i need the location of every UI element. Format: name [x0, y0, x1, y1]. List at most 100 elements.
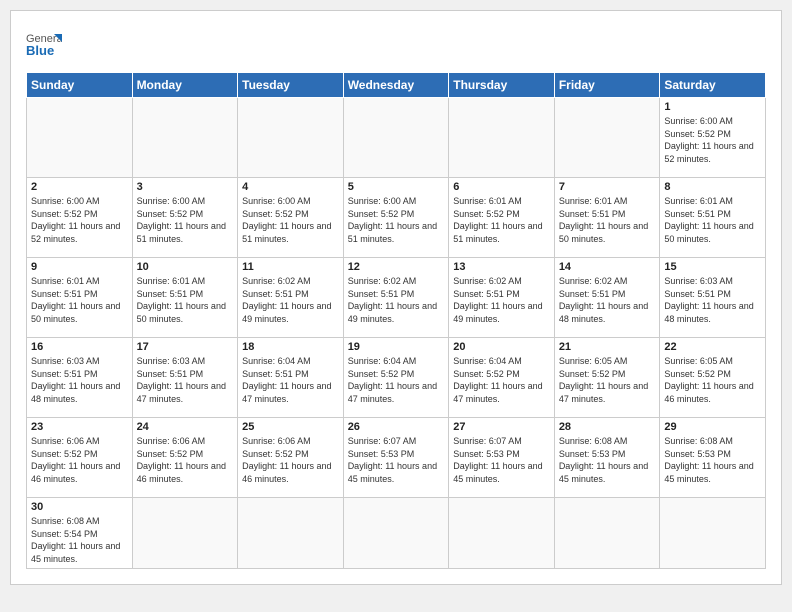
week-row-5: 23 Sunrise: 6:06 AMSunset: 5:52 PMDayligh…: [27, 418, 766, 498]
day-info: Sunrise: 6:05 AMSunset: 5:52 PMDaylight:…: [664, 355, 761, 405]
day-header-row: SundayMondayTuesdayWednesdayThursdayFrid…: [27, 73, 766, 98]
day-info: Sunrise: 6:00 AMSunset: 5:52 PMDaylight:…: [242, 195, 339, 245]
day-header-friday: Friday: [554, 73, 660, 98]
day-info: Sunrise: 6:03 AMSunset: 5:51 PMDaylight:…: [31, 355, 128, 405]
calendar-cell: 8Sunrise: 6:01 AMSunset: 5:51 PMDaylight…: [660, 178, 766, 258]
day-info: Sunrise: 6:04 AMSunset: 5:51 PMDaylight:…: [242, 355, 339, 405]
calendar-cell: [238, 98, 344, 178]
svg-text:Blue: Blue: [26, 43, 54, 58]
day-number: 9: [31, 261, 128, 273]
calendar-cell: [660, 498, 766, 569]
day-info: Sunrise: 6:08 AMSunset: 5:54 PMDaylight:…: [31, 515, 128, 565]
day-number: 30: [31, 501, 128, 513]
day-info: Sunrise: 6:00 AMSunset: 5:52 PMDaylight:…: [348, 195, 445, 245]
day-number: 27: [453, 421, 550, 433]
calendar-cell: 21 Sunrise: 6:05 AMSunset: 5:52 PMDayligh…: [554, 338, 660, 418]
day-info: Sunrise: 6:07 AMSunset: 5:53 PMDaylight:…: [348, 435, 445, 485]
week-row-2: 2 Sunrise: 6:00 AMSunset: 5:52 PMDaylight…: [27, 178, 766, 258]
calendar-cell: 7Sunrise: 6:01 AMSunset: 5:51 PMDaylight…: [554, 178, 660, 258]
day-header-thursday: Thursday: [449, 73, 555, 98]
day-number: 2: [31, 181, 128, 193]
day-info: Sunrise: 6:08 AMSunset: 5:53 PMDaylight:…: [664, 435, 761, 485]
day-number: 5: [348, 181, 445, 193]
day-info: Sunrise: 6:08 AMSunset: 5:53 PMDaylight:…: [559, 435, 656, 485]
calendar-cell: 4Sunrise: 6:00 AMSunset: 5:52 PMDaylight…: [238, 178, 344, 258]
day-number: 17: [137, 341, 234, 353]
day-info: Sunrise: 6:03 AMSunset: 5:51 PMDaylight:…: [137, 355, 234, 405]
day-number: 16: [31, 341, 128, 353]
day-number: 11: [242, 261, 339, 273]
calendar-cell: 1Sunrise: 6:00 AMSunset: 5:52 PMDaylight…: [660, 98, 766, 178]
calendar-cell: [132, 98, 238, 178]
day-info: Sunrise: 6:06 AMSunset: 5:52 PMDaylight:…: [242, 435, 339, 485]
calendar-cell: [132, 498, 238, 569]
calendar-page: General Blue SundayMondayTuesdayWednesda…: [10, 10, 782, 585]
calendar-cell: 11 Sunrise: 6:02 AMSunset: 5:51 PMDayligh…: [238, 258, 344, 338]
day-info: Sunrise: 6:00 AMSunset: 5:52 PMDaylight:…: [31, 195, 128, 245]
calendar-cell: 22Sunrise: 6:05 AMSunset: 5:52 PMDayligh…: [660, 338, 766, 418]
logo: General Blue: [26, 26, 62, 62]
day-number: 29: [664, 421, 761, 433]
calendar-cell: 20 Sunrise: 6:04 AMSunset: 5:52 PMDayligh…: [449, 338, 555, 418]
calendar-table: SundayMondayTuesdayWednesdayThursdayFrid…: [26, 72, 766, 569]
day-number: 28: [559, 421, 656, 433]
week-row-3: 9 Sunrise: 6:01 AMSunset: 5:51 PMDaylight…: [27, 258, 766, 338]
calendar-cell: 30 Sunrise: 6:08 AMSunset: 5:54 PMDayligh…: [27, 498, 133, 569]
calendar-cell: 23 Sunrise: 6:06 AMSunset: 5:52 PMDayligh…: [27, 418, 133, 498]
day-info: Sunrise: 6:02 AMSunset: 5:51 PMDaylight:…: [559, 275, 656, 325]
calendar-cell: 26 Sunrise: 6:07 AMSunset: 5:53 PMDayligh…: [343, 418, 449, 498]
calendar-cell: 6 Sunrise: 6:01 AMSunset: 5:52 PMDaylight…: [449, 178, 555, 258]
day-header-sunday: Sunday: [27, 73, 133, 98]
calendar-cell: 5 Sunrise: 6:00 AMSunset: 5:52 PMDaylight…: [343, 178, 449, 258]
day-number: 3: [137, 181, 234, 193]
day-info: Sunrise: 6:00 AMSunset: 5:52 PMDaylight:…: [137, 195, 234, 245]
day-number: 1: [664, 101, 761, 113]
day-number: 26: [348, 421, 445, 433]
calendar-cell: 13Sunrise: 6:02 AMSunset: 5:51 PMDayligh…: [449, 258, 555, 338]
calendar-cell: 19Sunrise: 6:04 AMSunset: 5:52 PMDayligh…: [343, 338, 449, 418]
calendar-cell: 15 Sunrise: 6:03 AMSunset: 5:51 PMDayligh…: [660, 258, 766, 338]
day-header-monday: Monday: [132, 73, 238, 98]
day-header-tuesday: Tuesday: [238, 73, 344, 98]
day-number: 20: [453, 341, 550, 353]
day-info: Sunrise: 6:02 AMSunset: 5:51 PMDaylight:…: [242, 275, 339, 325]
day-info: Sunrise: 6:03 AMSunset: 5:51 PMDaylight:…: [664, 275, 761, 325]
day-info: Sunrise: 6:07 AMSunset: 5:53 PMDaylight:…: [453, 435, 550, 485]
day-number: 8: [664, 181, 761, 193]
calendar-cell: 3 Sunrise: 6:00 AMSunset: 5:52 PMDaylight…: [132, 178, 238, 258]
day-number: 21: [559, 341, 656, 353]
day-header-wednesday: Wednesday: [343, 73, 449, 98]
calendar-cell: 28 Sunrise: 6:08 AMSunset: 5:53 PMDayligh…: [554, 418, 660, 498]
day-info: Sunrise: 6:06 AMSunset: 5:52 PMDaylight:…: [31, 435, 128, 485]
day-number: 12: [348, 261, 445, 273]
calendar-cell: [449, 98, 555, 178]
day-info: Sunrise: 6:01 AMSunset: 5:51 PMDaylight:…: [31, 275, 128, 325]
calendar-cell: 16 Sunrise: 6:03 AMSunset: 5:51 PMDayligh…: [27, 338, 133, 418]
day-number: 18: [242, 341, 339, 353]
day-info: Sunrise: 6:04 AMSunset: 5:52 PMDaylight:…: [453, 355, 550, 405]
calendar-cell: [343, 98, 449, 178]
calendar-cell: 12 Sunrise: 6:02 AMSunset: 5:51 PMDayligh…: [343, 258, 449, 338]
day-header-saturday: Saturday: [660, 73, 766, 98]
calendar-cell: 10Sunrise: 6:01 AMSunset: 5:51 PMDayligh…: [132, 258, 238, 338]
day-number: 15: [664, 261, 761, 273]
week-row-6: 30 Sunrise: 6:08 AMSunset: 5:54 PMDayligh…: [27, 498, 766, 569]
calendar-cell: [554, 98, 660, 178]
calendar-cell: 24Sunrise: 6:06 AMSunset: 5:52 PMDayligh…: [132, 418, 238, 498]
week-row-4: 16 Sunrise: 6:03 AMSunset: 5:51 PMDayligh…: [27, 338, 766, 418]
day-info: Sunrise: 6:01 AMSunset: 5:51 PMDaylight:…: [559, 195, 656, 245]
header: General Blue: [26, 26, 766, 62]
day-info: Sunrise: 6:02 AMSunset: 5:51 PMDaylight:…: [348, 275, 445, 325]
day-info: Sunrise: 6:01 AMSunset: 5:52 PMDaylight:…: [453, 195, 550, 245]
calendar-cell: 14Sunrise: 6:02 AMSunset: 5:51 PMDayligh…: [554, 258, 660, 338]
calendar-cell: 2 Sunrise: 6:00 AMSunset: 5:52 PMDaylight…: [27, 178, 133, 258]
calendar-body: 1 Sunrise: 6:00 AMSunset: 5:52 PMDaylight…: [27, 98, 766, 569]
day-number: 6: [453, 181, 550, 193]
day-number: 23: [31, 421, 128, 433]
calendar-cell: [27, 98, 133, 178]
calendar-cell: [238, 498, 344, 569]
day-number: 25: [242, 421, 339, 433]
day-info: Sunrise: 6:05 AMSunset: 5:52 PMDaylight:…: [559, 355, 656, 405]
logo-icon: General Blue: [26, 26, 62, 62]
calendar-cell: [343, 498, 449, 569]
